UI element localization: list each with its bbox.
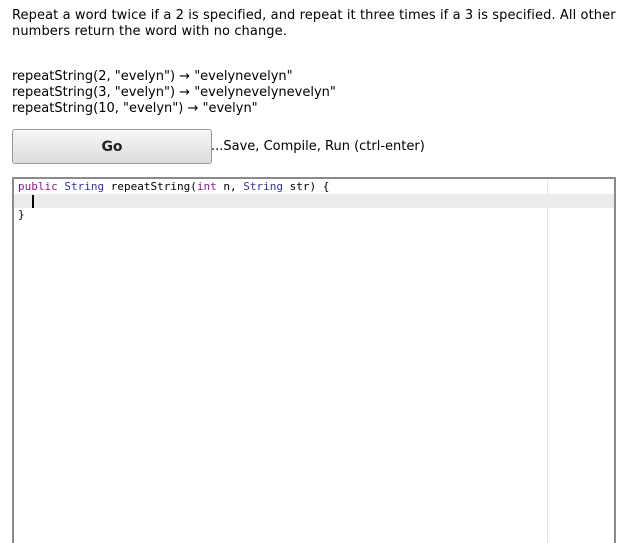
param-str: str) { [282,180,330,193]
code-line-closing[interactable]: } [14,208,614,222]
text-cursor [32,195,34,208]
keyword-public: public [18,180,58,193]
code-editor[interactable]: public String repeatString(int n, String… [12,177,616,543]
examples-list: repeatString(2, "evelyn") → "evelynevely… [12,69,336,117]
problem-description: Repeat a word twice if a 2 is specified,… [12,8,616,39]
run-hint: ...Save, Compile, Run (ctrl-enter) [211,139,425,154]
method-name: repeatString( [110,180,197,193]
example-1: repeatString(2, "evelyn") → "evelynevely… [12,69,293,84]
closing-brace: } [18,208,25,221]
keyword-int: int [196,180,217,193]
type-string-return: String [64,180,105,193]
print-margin-line [547,179,548,543]
code-line-signature[interactable]: public String repeatString(int n, String… [14,180,614,194]
example-3: repeatString(10, "evelyn") → "evelyn" [12,101,258,116]
param-n: n, [216,180,244,193]
code-line-active[interactable] [14,194,614,208]
example-2: repeatString(3, "evelyn") → "evelynevely… [12,85,336,100]
type-string-param: String [243,180,283,193]
go-button[interactable]: Go [12,129,212,164]
codingbat-problem-page: Repeat a word twice if a 2 is specified,… [0,0,638,543]
